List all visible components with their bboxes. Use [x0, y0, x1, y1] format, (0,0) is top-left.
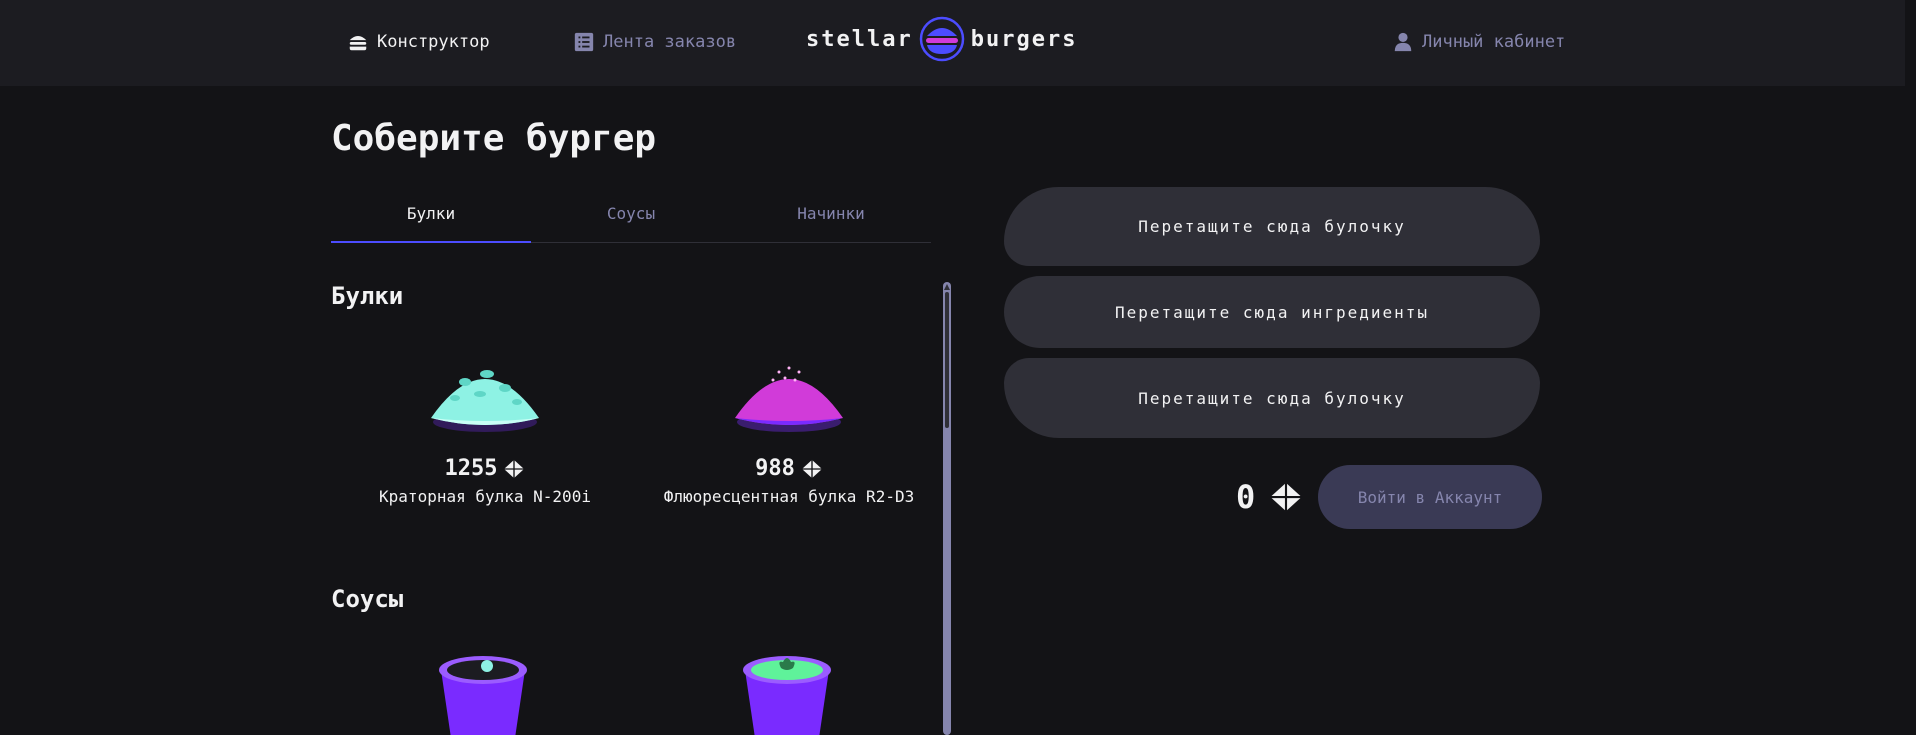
app-header: Конструктор Лента заказов stellar burger… [0, 0, 1905, 86]
logo-text-right: burgers [970, 26, 1078, 52]
total-value: 0 [1236, 478, 1256, 516]
logo-text-left: stellar [806, 26, 913, 52]
ingredient-name: Краторная булка N-200i [379, 487, 591, 506]
currency-icon [801, 459, 822, 478]
ingredients-placeholder: Перетащите сюда ингредиенты [1114, 302, 1430, 322]
top-bun-placeholder: Перетащите сюда булочку [1138, 217, 1406, 236]
scrollbar-thumb[interactable] [945, 292, 949, 428]
price: 1255 [335, 456, 635, 481]
burger-icon [349, 36, 367, 51]
tab-fillings[interactable]: Начинки [731, 198, 931, 242]
crater-bun-image [431, 370, 539, 432]
list-icon [574, 32, 594, 52]
logo-burger-icon [919, 16, 964, 62]
bottom-bun-dropzone[interactable]: Перетащите сюда булочку [1004, 358, 1540, 438]
ingredient-tabs: Булки Соусы Начинки [331, 198, 931, 243]
nav-feed-label: Лента заказов [603, 32, 737, 52]
sauce-pot-image [439, 656, 527, 735]
nav-account-label: Личный кабинет [1422, 32, 1566, 52]
ingredient-card[interactable] [637, 650, 937, 735]
ingredient-card[interactable]: 988 Флюоресцентная булка R2-D3 [639, 350, 939, 506]
profile-icon [1394, 32, 1412, 52]
page-title: Соберите бургер [331, 118, 657, 159]
order-total: 0 [1236, 478, 1303, 516]
sauce-pot-image [743, 656, 831, 735]
tab-sauces[interactable]: Соусы [531, 198, 731, 242]
ingredients-dropzone[interactable]: Перетащите сюда ингредиенты [1004, 276, 1540, 348]
login-button[interactable]: Войти в Аккаунт [1318, 465, 1542, 529]
nav-constructor[interactable]: Конструктор [347, 28, 490, 56]
currency-icon [1270, 482, 1302, 512]
top-bun-dropzone[interactable]: Перетащите сюда булочку [1004, 187, 1540, 266]
section-title-sauces: Соусы [331, 585, 404, 613]
nav-constructor-label: Конструктор [377, 32, 490, 52]
bottom-bun-placeholder: Перетащите сюда булочку [1138, 388, 1406, 408]
price-value: 1255 [444, 456, 498, 481]
nav-account[interactable]: Личный кабинет [1392, 28, 1565, 56]
tab-buns[interactable]: Булки [331, 198, 531, 243]
nav-feed[interactable]: Лента заказов [573, 28, 736, 56]
price-value: 988 [755, 456, 795, 481]
ingredient-card[interactable] [333, 650, 633, 735]
currency-icon [504, 459, 525, 478]
stellar-burgers-logo[interactable]: stellar burgers [806, 14, 1098, 64]
ingredient-card[interactable]: 1255 Краторная булка N-200i [335, 350, 635, 506]
price: 988 [639, 456, 939, 481]
ingredient-name: Флюоресцентная булка R2-D3 [663, 487, 915, 506]
scroll-up-arrow[interactable] [944, 284, 950, 290]
fluorescent-bun-image [735, 366, 843, 432]
section-title-buns: Булки [331, 282, 404, 310]
